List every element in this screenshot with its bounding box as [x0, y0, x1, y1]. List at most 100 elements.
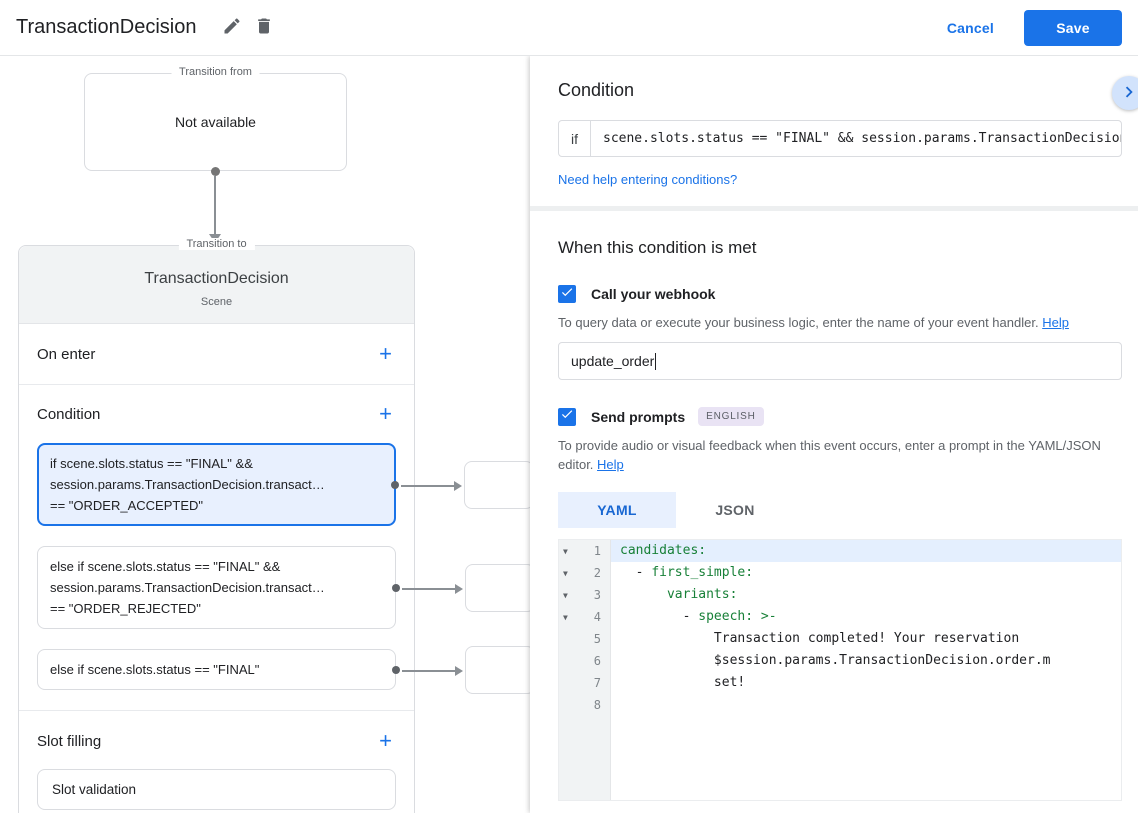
webhook-label: Call your webhook: [591, 286, 716, 302]
prompts-description: To provide audio or visual feedback when…: [558, 436, 1122, 474]
condition-panel: Condition if scene.slots.status == "FINA…: [530, 56, 1138, 813]
code-text: Transaction completed! Your reservation: [620, 631, 1020, 646]
line-number: 4: [593, 610, 601, 624]
connector-arrow: [402, 583, 463, 594]
chevron-right-icon: [1118, 81, 1138, 106]
editor-gutter: ▼ 1 ▼ 2 ▼ 3 ▼ 4 5 6 7 8: [559, 540, 611, 800]
transition-to-label: Transition to: [178, 238, 255, 250]
text-caret: [655, 352, 657, 370]
tab-json[interactable]: JSON: [676, 492, 794, 528]
slot-filling-section: Slot filling +: [19, 710, 414, 766]
condition-item-final[interactable]: else if scene.slots.status == "FINAL": [37, 645, 530, 694]
condition-text: else if scene.slots.status == "FINAL": [50, 662, 260, 677]
condition-item-accepted[interactable]: if scene.slots.status == "FINAL" && sess…: [37, 443, 530, 526]
condition-section-label: Condition: [37, 405, 101, 423]
condition-expression-row: if scene.slots.status == "FINAL" && sess…: [558, 120, 1122, 157]
code-line: candidates:: [611, 540, 1121, 562]
webhook-help-link[interactable]: Help: [1042, 315, 1069, 330]
condition-text: == "ORDER_REJECTED": [50, 601, 201, 616]
code-key: first_simple:: [651, 565, 754, 580]
code-key: variants:: [666, 587, 738, 602]
editor-code-area: candidates: - first_simple: variants: - …: [611, 540, 1121, 800]
arrowhead-icon: [455, 583, 463, 594]
save-button[interactable]: Save: [1024, 9, 1122, 46]
line-number: 3: [593, 588, 601, 602]
code-text: $session.params.TransactionDecision.orde…: [620, 653, 1051, 668]
connector-dot: [392, 583, 400, 592]
collapse-panel-button[interactable]: [1112, 76, 1138, 110]
code-line: variants:: [611, 584, 1121, 606]
edit-button[interactable]: [216, 10, 248, 45]
conditions-help-link[interactable]: Need help entering conditions?: [558, 172, 737, 187]
fold-arrow-icon[interactable]: ▼: [559, 547, 576, 556]
target-scene-node[interactable]: [464, 460, 530, 509]
fold-arrow-icon[interactable]: ▼: [559, 569, 576, 578]
prompts-checkbox-row: Send prompts ENGLISH: [558, 407, 1122, 426]
language-badge: ENGLISH: [698, 407, 764, 426]
add-on-enter-button[interactable]: +: [375, 341, 396, 367]
slot-validation-item[interactable]: Slot validation: [37, 769, 396, 810]
webhook-handler-value: update_order: [571, 353, 655, 369]
connector-dot: [391, 480, 399, 489]
transition-to-card: Transition to TransactionDecision Scene …: [18, 238, 530, 813]
webhook-description-text: To query data or execute your business l…: [558, 315, 1039, 330]
line-number: 6: [593, 654, 601, 668]
cancel-button[interactable]: Cancel: [947, 20, 994, 36]
trash-icon: [254, 16, 274, 39]
code-key: speech: >-: [698, 609, 777, 624]
condition-text: session.params.TransactionDecision.trans…: [50, 580, 325, 595]
prompts-checkbox[interactable]: [558, 407, 576, 426]
scene-card-header[interactable]: TransactionDecision Scene: [19, 246, 414, 324]
panel-title: Condition: [558, 80, 635, 100]
code-key: candidates:: [620, 543, 707, 558]
condition-text: session.params.TransactionDecision.trans…: [50, 477, 325, 492]
connector-dot: [211, 167, 220, 176]
delete-button[interactable]: [248, 10, 280, 45]
line-number: 5: [593, 632, 601, 646]
connector-dot: [392, 665, 400, 674]
line-number: 1: [593, 544, 601, 558]
add-condition-button[interactable]: +: [375, 401, 396, 427]
fold-arrow-icon[interactable]: ▼: [559, 591, 576, 600]
prompts-help-link[interactable]: Help: [597, 457, 624, 472]
condition-text: else if scene.slots.status == "FINAL" &&: [50, 559, 281, 574]
editor-tabs: YAML JSON: [558, 492, 1122, 528]
top-bar: TransactionDecision Cancel Save: [0, 0, 1138, 56]
line-number: 7: [593, 676, 601, 690]
code-line: set!: [611, 672, 1121, 694]
checkmark-icon: [560, 407, 574, 426]
transition-from-value: Not available: [175, 114, 256, 130]
line-number: 8: [593, 698, 601, 712]
tab-yaml[interactable]: YAML: [558, 492, 676, 528]
webhook-checkbox[interactable]: [558, 285, 576, 303]
condition-item-rejected[interactable]: else if scene.slots.status == "FINAL" &&…: [37, 546, 530, 629]
checkmark-icon: [560, 285, 574, 304]
webhook-handler-input[interactable]: update_order: [558, 342, 1122, 380]
pencil-icon: [222, 16, 242, 39]
condition-section: Condition +: [19, 385, 414, 439]
prompts-label: Send prompts: [591, 408, 686, 425]
code-line: Transaction completed! Your reservation: [611, 628, 1121, 650]
page-title: TransactionDecision: [16, 16, 197, 38]
on-enter-label: On enter: [37, 345, 96, 363]
connector-arrow: [401, 480, 462, 491]
prompts-description-text: To provide audio or visual feedback when…: [558, 438, 1101, 472]
slot-filling-label: Slot filling: [37, 732, 102, 750]
condition-text: if scene.slots.status == "FINAL" &&: [50, 456, 253, 471]
code-text: set!: [620, 675, 746, 690]
webhook-checkbox-row: Call your webhook: [558, 285, 1122, 303]
when-met-heading: When this condition is met: [558, 238, 757, 257]
code-line: - first_simple:: [611, 562, 1121, 584]
target-scene-node[interactable]: [465, 645, 530, 694]
yaml-editor[interactable]: ▼ 1 ▼ 2 ▼ 3 ▼ 4 5 6 7 8 candidates: - first_…: [558, 539, 1122, 801]
code-text: -: [620, 565, 652, 580]
target-scene-node[interactable]: [465, 563, 530, 612]
scene-name: TransactionDecision: [144, 270, 289, 287]
condition-text: == "ORDER_ACCEPTED": [50, 498, 203, 513]
fold-arrow-icon[interactable]: ▼: [559, 613, 576, 622]
add-slot-button[interactable]: +: [375, 728, 396, 754]
condition-expression-input[interactable]: scene.slots.status == "FINAL" && session…: [591, 131, 1121, 146]
webhook-description: To query data or execute your business l…: [558, 313, 1122, 332]
